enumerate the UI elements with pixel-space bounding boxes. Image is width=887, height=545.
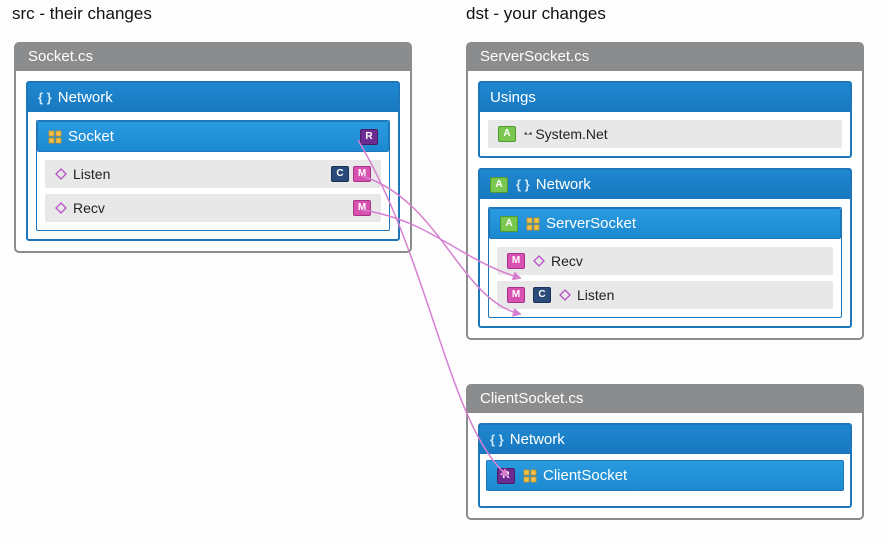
badge-moved: M [353,166,371,182]
class-underline [492,493,838,496]
class-serversocket[interactable]: A ServerSocket M Recv [488,207,842,318]
badge-renamed: R [497,468,515,484]
column-label-dst: dst - your changes [466,4,606,24]
badge-added: A [498,126,516,142]
member-label: Listen [73,166,110,182]
badge-changed: C [331,166,349,182]
file-socket[interactable]: Socket.cs { } Network Socket R [14,42,412,253]
method-icon [55,202,67,214]
method-icon [55,168,67,180]
class-icon [48,130,62,144]
member-recv-dst[interactable]: M Recv [497,247,833,275]
member-label: Recv [73,200,105,216]
namespace-icon: { } [38,90,52,105]
member-label: Listen [577,287,614,303]
member-recv[interactable]: Recv M [45,194,381,222]
usings-section[interactable]: Usings A •·• System.Net [478,81,852,158]
usings-label: Usings [490,89,536,106]
file-title: ClientSocket.cs [468,386,862,413]
class-socket[interactable]: Socket R Listen C M [36,120,390,231]
using-label: System.Net [535,126,607,142]
method-icon [533,255,545,267]
namespace-label: Network [510,431,565,448]
badge-added: A [500,216,518,232]
column-label-src: src - their changes [12,4,152,24]
using-system-net[interactable]: A •·• System.Net [488,120,842,148]
file-title: ServerSocket.cs [468,44,862,71]
file-title: Socket.cs [16,44,410,71]
badge-moved: M [507,253,525,269]
class-label: ServerSocket [546,215,636,232]
badge-moved: M [353,200,371,216]
namespace-icon: { } [516,177,530,192]
class-label: Socket [68,128,114,145]
member-listen[interactable]: Listen C M [45,160,381,188]
badge-moved: M [507,287,525,303]
namespace-network-dst[interactable]: A { } Network A ServerSocket M [478,168,852,328]
namespace-network[interactable]: { } Network Socket R [26,81,400,241]
using-icon: •·• [524,129,531,140]
class-icon [523,469,537,483]
badge-added: A [490,177,508,193]
member-listen-dst[interactable]: M C Listen [497,281,833,309]
namespace-network-client[interactable]: { } Network R ClientSocket [478,423,852,508]
class-icon [526,217,540,231]
file-serversocket[interactable]: ServerSocket.cs Usings A •·• System.Net … [466,42,864,340]
file-clientsocket[interactable]: ClientSocket.cs { } Network R ClientSock… [466,384,864,520]
badge-changed: C [533,287,551,303]
class-clientsocket[interactable]: R ClientSocket [486,460,844,491]
class-label: ClientSocket [543,467,627,484]
badge-renamed: R [360,129,378,145]
namespace-icon: { } [490,432,504,447]
namespace-label: Network [58,89,113,106]
method-icon [559,289,571,301]
namespace-label: Network [536,176,591,193]
member-label: Recv [551,253,583,269]
